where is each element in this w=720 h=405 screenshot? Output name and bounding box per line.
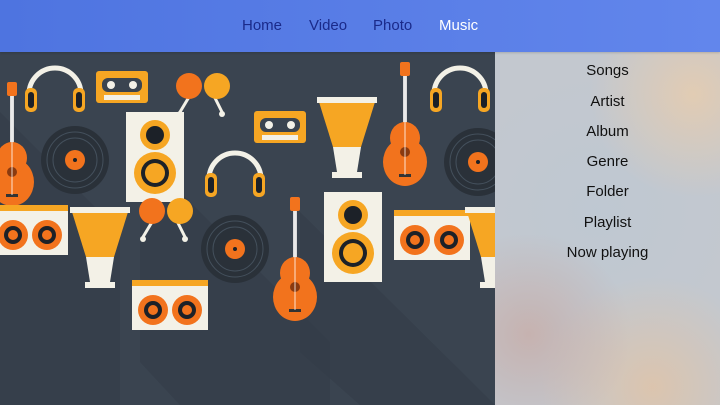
menu-item-artist[interactable]: Artist — [495, 93, 720, 110]
tab-video[interactable]: Video — [309, 17, 347, 34]
speaker-icon — [126, 112, 184, 202]
menu-item-album[interactable]: Album — [495, 123, 720, 140]
menu-item-songs[interactable]: Songs — [495, 62, 720, 79]
music-menu-panel: Songs Artist Album Genre Folder Playlist… — [495, 52, 720, 405]
vinyl-record-icon — [200, 214, 270, 284]
menu-item-genre[interactable]: Genre — [495, 153, 720, 170]
cassette-icon — [254, 111, 306, 143]
vinyl-record-icon — [40, 125, 110, 195]
music-artwork — [0, 52, 495, 405]
speaker-icon — [324, 192, 382, 282]
boombox-icon — [394, 210, 470, 260]
tab-photo[interactable]: Photo — [373, 17, 412, 34]
menu-item-folder[interactable]: Folder — [495, 183, 720, 200]
music-instruments-illustration — [0, 52, 495, 405]
top-navigation-bar: Home Video Photo Music — [0, 0, 720, 52]
tab-music[interactable]: Music — [439, 17, 478, 34]
boombox-icon — [0, 205, 68, 255]
cassette-icon — [96, 71, 148, 103]
menu-item-now-playing[interactable]: Now playing — [495, 244, 720, 261]
boombox-icon — [132, 280, 208, 330]
tab-home[interactable]: Home — [242, 17, 282, 34]
menu-item-playlist[interactable]: Playlist — [495, 214, 720, 231]
